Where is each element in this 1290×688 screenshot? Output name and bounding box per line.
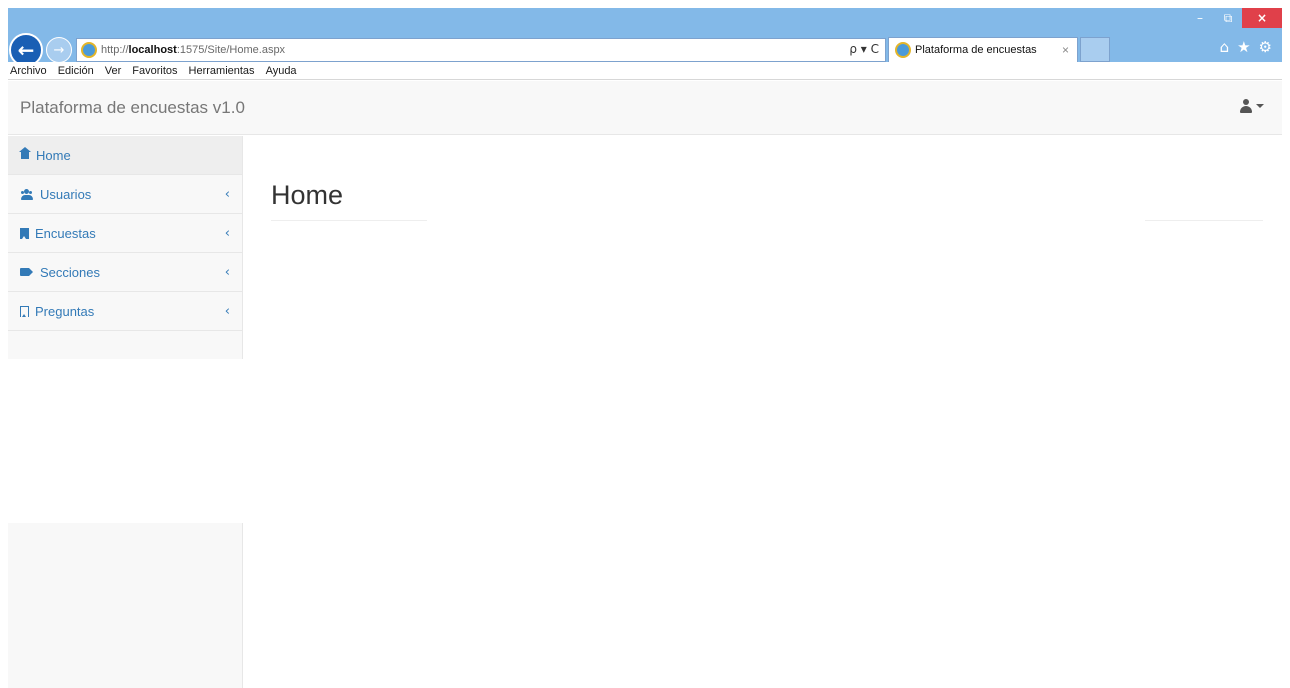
menu-archivo[interactable]: Archivo bbox=[10, 65, 47, 77]
window-controls: – ⧉ × bbox=[1186, 8, 1282, 28]
user-icon bbox=[1240, 99, 1252, 113]
new-tab-button[interactable] bbox=[1080, 37, 1110, 62]
menu-ayuda[interactable]: Ayuda bbox=[266, 65, 297, 77]
home-icon bbox=[19, 146, 31, 160]
forward-button[interactable]: → bbox=[46, 37, 72, 63]
sidebar: Home Usuarios ‹ Encuestas ‹ Secciones ‹ … bbox=[8, 136, 243, 359]
sidebar-item-encuestas[interactable]: Encuestas ‹ bbox=[8, 214, 242, 253]
tab-title: Plataforma de encuestas bbox=[915, 44, 1037, 56]
sidebar-item-secciones[interactable]: Secciones ‹ bbox=[8, 253, 242, 292]
tags-icon bbox=[20, 267, 34, 277]
sidebar-item-preguntas[interactable]: Preguntas ‹ bbox=[8, 292, 242, 331]
home-toolbar-icon[interactable]: ⌂ bbox=[1220, 38, 1230, 56]
minimize-button[interactable]: – bbox=[1186, 8, 1214, 28]
sidebar-lower-panel bbox=[8, 523, 243, 688]
title-divider-right bbox=[1145, 220, 1263, 221]
menu-edicion[interactable]: Edición bbox=[58, 65, 94, 77]
bookmark-outline-icon bbox=[20, 305, 29, 317]
close-button[interactable]: × bbox=[1242, 8, 1282, 28]
chevron-left-icon: ‹ bbox=[224, 304, 230, 319]
browser-toolbar-icons: ⌂ ★ ⚙ bbox=[1220, 38, 1272, 56]
ie-page-icon bbox=[81, 42, 97, 58]
sidebar-item-label: Usuarios bbox=[40, 186, 92, 202]
menu-favoritos[interactable]: Favoritos bbox=[132, 65, 177, 77]
title-divider bbox=[271, 220, 427, 221]
arrow-right-icon: → bbox=[53, 42, 65, 58]
ie-tab-icon bbox=[895, 42, 911, 58]
tab-close-icon[interactable]: × bbox=[1062, 43, 1069, 57]
sidebar-item-label: Preguntas bbox=[35, 303, 95, 319]
sidebar-item-usuarios[interactable]: Usuarios ‹ bbox=[8, 175, 242, 214]
web-page: Plataforma de encuestas v1.0 Home Usuari… bbox=[8, 81, 1282, 688]
menu-ver[interactable]: Ver bbox=[105, 65, 122, 77]
page-title: Home bbox=[271, 180, 344, 210]
settings-gear-icon[interactable]: ⚙ bbox=[1259, 38, 1272, 56]
caret-down-icon bbox=[1256, 104, 1264, 108]
sidebar-item-home[interactable]: Home bbox=[8, 136, 242, 175]
sidebar-item-label: Home bbox=[36, 147, 71, 163]
browser-titlebar: – ⧉ × ← → http://localhost:1575/Site/Hom… bbox=[8, 8, 1282, 67]
bookmark-icon bbox=[20, 227, 29, 239]
browser-window: – ⧉ × ← → http://localhost:1575/Site/Hom… bbox=[8, 8, 1282, 688]
chevron-left-icon: ‹ bbox=[224, 226, 230, 241]
sidebar-item-label: Encuestas bbox=[35, 225, 96, 241]
chevron-left-icon: ‹ bbox=[224, 265, 230, 280]
user-dropdown[interactable] bbox=[1240, 99, 1264, 113]
menu-bar: Archivo Edición Ver Favoritos Herramient… bbox=[8, 62, 1282, 80]
sidebar-item-label: Secciones bbox=[40, 264, 100, 280]
top-navbar: Plataforma de encuestas v1.0 bbox=[8, 81, 1282, 135]
arrow-left-icon: ← bbox=[17, 38, 35, 62]
restore-button[interactable]: ⧉ bbox=[1214, 8, 1242, 28]
url-text: http://localhost:1575/Site/Home.aspx bbox=[101, 44, 286, 56]
menu-herramientas[interactable]: Herramientas bbox=[189, 65, 255, 77]
favorites-star-icon[interactable]: ★ bbox=[1237, 38, 1250, 56]
brand-title[interactable]: Plataforma de encuestas v1.0 bbox=[20, 98, 245, 118]
users-icon bbox=[20, 188, 34, 200]
search-refresh-icons[interactable]: ρ ▾ C bbox=[849, 42, 879, 56]
address-bar[interactable]: http://localhost:1575/Site/Home.aspx ρ ▾… bbox=[76, 38, 886, 62]
chevron-left-icon: ‹ bbox=[224, 187, 230, 202]
browser-tab[interactable]: Plataforma de encuestas × bbox=[888, 37, 1078, 62]
